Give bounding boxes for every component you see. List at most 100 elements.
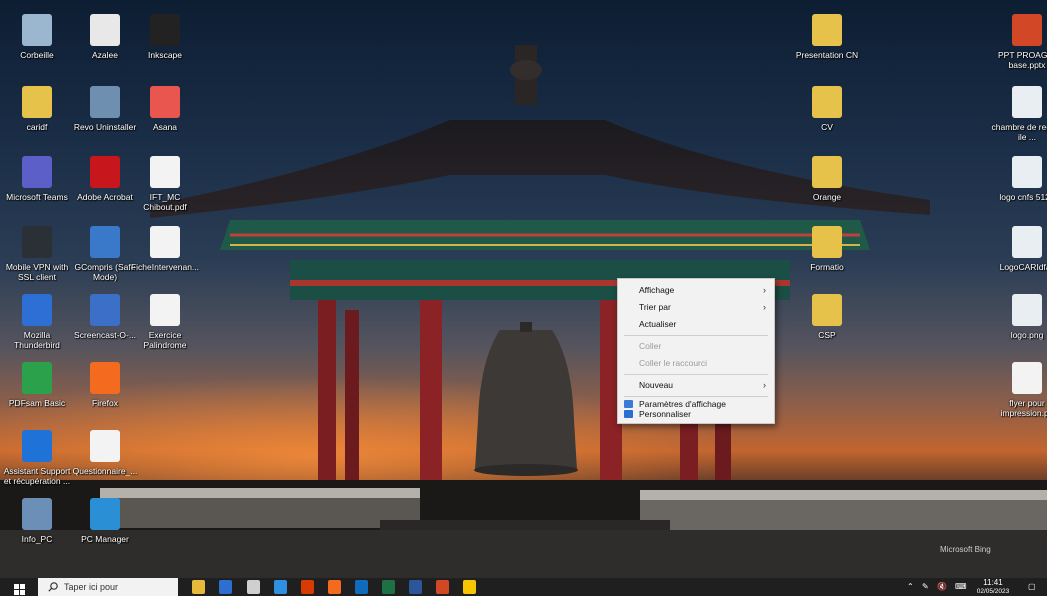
taskbar-files-icon[interactable]	[274, 580, 287, 594]
pdf-icon	[1012, 362, 1042, 394]
desktop-icon-label: Asana	[152, 122, 178, 132]
desktop-icon-pdfsam-basic[interactable]: PDFsam Basic	[0, 362, 74, 408]
pc-manager-icon	[90, 498, 120, 530]
desktop-icon-label: CSP	[818, 330, 836, 340]
taskbar-file-explorer-icon[interactable]	[192, 580, 205, 594]
keyboard-icon[interactable]: ⌨	[955, 578, 967, 596]
clock-time: 11:41	[983, 578, 1003, 587]
desktop-icon-label: Orange	[812, 192, 842, 202]
desktop-icon-logo-png[interactable]: logo.png	[990, 294, 1047, 340]
taskbar-search-box[interactable]: Taper ici pour	[38, 578, 178, 596]
word-icon	[150, 226, 180, 258]
desktop-icon-label: Inkscape	[147, 50, 183, 60]
desktop-icon-label: Corbeille	[20, 50, 54, 60]
desktop-icon-label: Presentation CN	[795, 50, 859, 60]
desktop-icon-label: LogoCARIdfall	[999, 262, 1047, 272]
desktop-icon-assistant-support-et-r-cup-ration[interactable]: Assistant Support et récupération ...	[0, 430, 74, 486]
menu-item-affichage[interactable]: Affichage ›	[618, 282, 774, 299]
desktop-icon-ift-mc-chibout-pdf[interactable]: IFT_MC Chibout.pdf	[128, 156, 202, 212]
inkscape-icon	[150, 14, 180, 46]
desktop-icon-formatio[interactable]: Formatio	[790, 226, 864, 272]
zip-folder-icon	[812, 14, 842, 46]
menu-item-coller: Coller	[618, 338, 774, 355]
image-icon	[1012, 86, 1042, 118]
desktop-icon-info-pc[interactable]: Info_PC	[0, 498, 74, 544]
windows-logo-icon	[14, 584, 25, 595]
desktop-icon-flyer-pour-impression-pd[interactable]: flyer pour impression.pd	[990, 362, 1047, 418]
taskbar-store-icon[interactable]	[219, 580, 232, 594]
bing-watermark: Microsoft Bing	[940, 545, 991, 554]
desktop-icon-ficheintervenan[interactable]: FicheIntervenan...	[128, 226, 202, 272]
zip-folder-icon	[812, 294, 842, 326]
desktop-icon-caridf[interactable]: caridf	[0, 86, 74, 132]
desktop-icon-label: PPT PROAGRI base.pptx	[998, 50, 1047, 70]
desktop-icon-label: logo.png	[1010, 330, 1044, 340]
gcompris-icon	[90, 226, 120, 258]
desktop-icon-ppt-proagri-base-pptx[interactable]: PPT PROAGRI base.pptx	[990, 14, 1047, 70]
desktop-icon-corbeille[interactable]: Corbeille	[0, 14, 74, 60]
word-icon	[150, 294, 180, 326]
desktop-icon-label: IFT_MC Chibout.pdf	[143, 192, 187, 212]
desktop-icon-chambre-de-region-ile[interactable]: chambre de region ile ...	[990, 86, 1047, 142]
taskbar-outlook-icon[interactable]	[355, 580, 368, 594]
desktop-icon-questionnaire[interactable]: Questionnaire_...	[68, 430, 142, 476]
desktop-icon-mozilla-thunderbird[interactable]: Mozilla Thunderbird	[0, 294, 74, 350]
desktop-screen: Corbeille Azalee Inkscape caridf Revo Uninst…	[0, 0, 1047, 596]
menu-item-label: Personnaliser	[639, 409, 691, 419]
taskbar-powerpoint-icon[interactable]	[436, 580, 449, 594]
menu-separator	[624, 335, 768, 336]
notification-center-icon[interactable]: ▢	[1028, 578, 1036, 596]
desktop-icon-orange[interactable]: Orange	[790, 156, 864, 202]
desktop-icon-label: Firefox	[92, 398, 118, 408]
volume-muted-icon[interactable]: 🔇	[937, 578, 947, 596]
desktop-icon-asana[interactable]: Asana	[128, 86, 202, 132]
menu-item-trier-par[interactable]: Trier par ›	[618, 299, 774, 316]
desktop-icon-csp[interactable]: CSP	[790, 294, 864, 340]
desktop-icon-pc-manager[interactable]: PC Manager	[68, 498, 142, 544]
desktop-icon-cv[interactable]: CV	[790, 86, 864, 132]
powerpoint-icon	[1012, 14, 1042, 46]
desktop-icon-exercice-palindrome[interactable]: Exercice Palindrome	[128, 294, 202, 350]
desktop-icon-microsoft-teams[interactable]: Microsoft Teams	[0, 156, 74, 202]
vpn-icon	[22, 226, 52, 258]
info-pc-icon	[22, 498, 52, 530]
taskbar-firefox-icon[interactable]	[328, 580, 341, 594]
desktop-icon-label: logo cnfs 512p	[999, 192, 1047, 202]
desktop-icon-label: PDFsam Basic	[8, 398, 66, 408]
desktop-icon-presentation-cn[interactable]: Presentation CN	[790, 14, 864, 60]
document-icon	[90, 14, 120, 46]
taskbar-clock[interactable]: 11:41 02/05/2023	[973, 578, 1013, 596]
desktop-icon-inkscape[interactable]: Inkscape	[128, 14, 202, 60]
desktop-icon-label: chambre de region ile ...	[991, 122, 1047, 142]
acrobat-icon	[90, 156, 120, 188]
pdf-icon	[150, 156, 180, 188]
chevron-right-icon: ›	[763, 285, 766, 295]
desktop-icon-mobile-vpn-with-ssl-client[interactable]: Mobile VPN with SSL client	[0, 226, 74, 282]
recycle-bin-icon	[22, 14, 52, 46]
image-icon	[1012, 294, 1042, 326]
personalize-icon	[624, 410, 633, 418]
taskbar: Taper ici pour ⌃ ✎ 🔇 ⌨ 11:41 02/05/2023 …	[0, 578, 1047, 596]
start-button[interactable]	[14, 582, 25, 595]
clock-date: 02/05/2023	[976, 588, 1010, 595]
taskbar-word-icon[interactable]	[409, 580, 422, 594]
show-hidden-icons-chevron-icon[interactable]: ⌃	[907, 578, 914, 596]
menu-item-actualiser[interactable]: Actualiser	[618, 316, 774, 333]
taskbar-office-icon[interactable]	[301, 580, 314, 594]
menu-item-personnaliser[interactable]: Personnaliser	[618, 406, 774, 422]
desktop-icon-label: flyer pour impression.pd	[1000, 398, 1047, 418]
pen-icon[interactable]: ✎	[922, 578, 929, 596]
taskbar-excel-icon[interactable]	[382, 580, 395, 594]
desktop-icon-logo-cnfs-512p[interactable]: logo cnfs 512p	[990, 156, 1047, 202]
taskbar-task-view-icon[interactable]	[247, 580, 260, 594]
desktop-icon-logocaridfall[interactable]: LogoCARIdfall	[990, 226, 1047, 272]
chevron-right-icon: ›	[763, 380, 766, 390]
pdfsam-icon	[22, 362, 52, 394]
desktop-icon-firefox[interactable]: Firefox	[68, 362, 142, 408]
menu-item-nouveau[interactable]: Nouveau ›	[618, 377, 774, 394]
firefox-icon	[90, 362, 120, 394]
taskbar-sticky-notes-icon[interactable]	[463, 580, 476, 594]
desktop-icon-label: caridf	[26, 122, 48, 132]
zip-folder-icon	[812, 86, 842, 118]
thunderbird-icon	[22, 294, 52, 326]
